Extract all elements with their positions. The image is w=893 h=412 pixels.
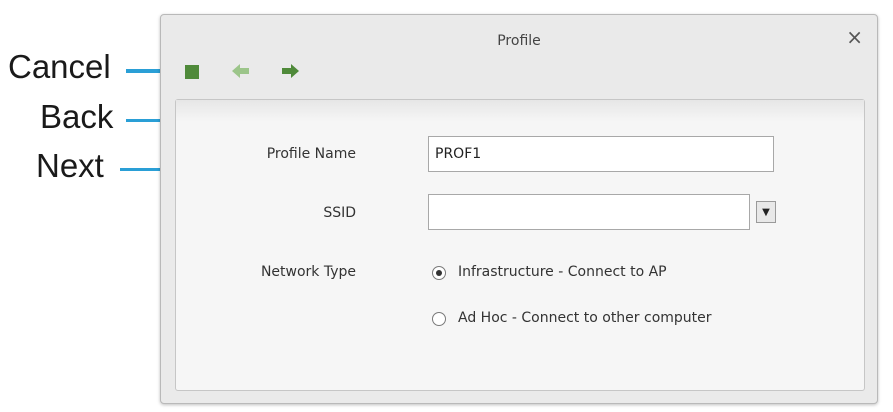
back-button[interactable] <box>232 63 249 79</box>
ssid-label: SSID <box>323 205 356 221</box>
chevron-down-icon: ▼ <box>762 207 770 218</box>
annotation-cancel: Cancel <box>8 48 111 85</box>
radio-selected-dot <box>436 270 442 276</box>
ssid-dropdown-button[interactable]: ▼ <box>756 201 776 223</box>
title-bar: Profile × <box>161 15 877 59</box>
profile-name-input[interactable]: PROF1 <box>428 136 774 172</box>
infrastructure-radio-label[interactable]: Infrastructure - Connect to AP <box>458 264 667 280</box>
adhoc-radio[interactable] <box>432 312 446 326</box>
annotation-back: Back <box>40 98 114 135</box>
close-icon[interactable]: × <box>846 25 863 49</box>
profile-name-label: Profile Name <box>266 146 356 162</box>
profile-form-panel: Profile Name PROF1 SSID ▼ Network Type I… <box>175 99 865 391</box>
ssid-combobox[interactable] <box>428 194 750 230</box>
infrastructure-radio[interactable] <box>432 266 446 280</box>
network-type-label: Network Type <box>260 264 356 280</box>
next-arrow-icon <box>282 64 299 78</box>
back-arrow-icon <box>232 64 249 78</box>
profile-dialog: Profile × Profile Name PROF1 SSID ▼ Netw… <box>160 14 878 404</box>
adhoc-radio-label[interactable]: Ad Hoc - Connect to other computer <box>458 310 712 326</box>
cancel-button[interactable] <box>185 65 199 79</box>
next-button[interactable] <box>281 63 299 79</box>
annotation-next: Next <box>36 147 104 184</box>
dialog-title: Profile <box>497 33 541 49</box>
